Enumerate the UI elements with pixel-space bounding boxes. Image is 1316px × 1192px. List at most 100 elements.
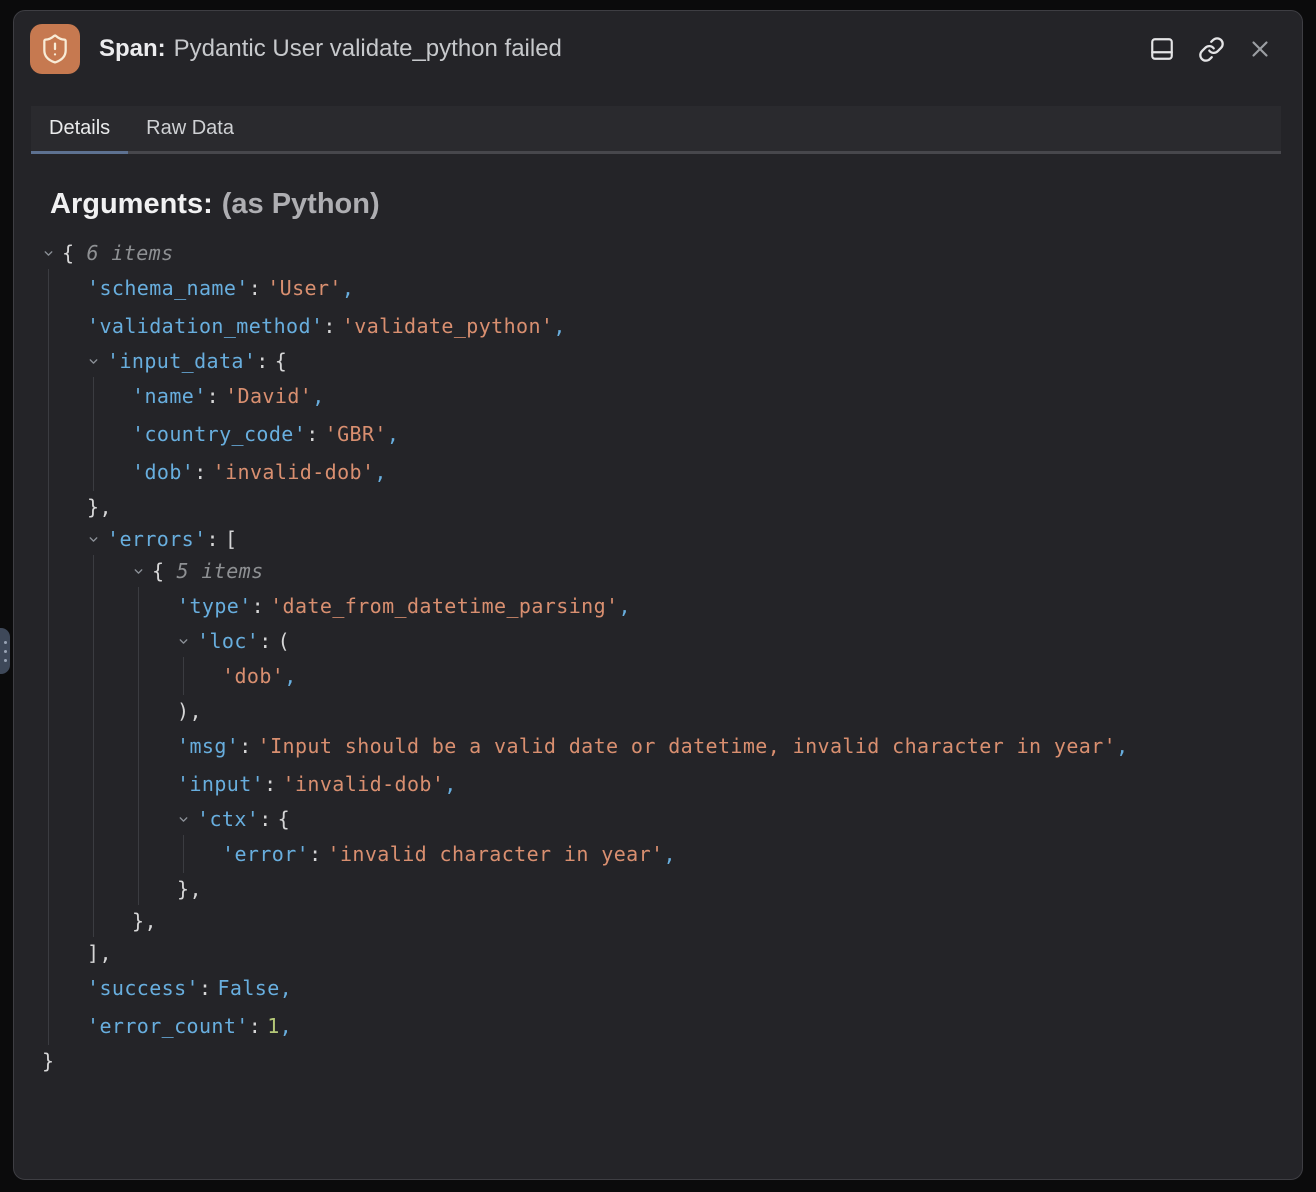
tree-row: 'error':'invalid character in year', <box>222 835 1282 873</box>
tree-key: 'loc' <box>197 629 259 653</box>
tree-value: 1 <box>267 1014 279 1038</box>
tree-value: 'invalid-dob' <box>283 772 445 796</box>
tree-close-bracket: }, <box>177 877 202 901</box>
copy-link-icon[interactable] <box>1197 35 1225 63</box>
tree-node: 'loc':('dob',), <box>177 625 1282 727</box>
tree-children: 'error':'invalid character in year', <box>183 835 1282 873</box>
dock-panel-icon[interactable] <box>1148 35 1176 63</box>
tree-comma: , <box>374 460 386 484</box>
tree-node: 'input_data':{'name':'David','country_co… <box>87 345 1282 523</box>
tree-children: 'schema_name': 'User', 'validation_method'… <box>48 269 1282 1045</box>
tree-value: 'validate_python' <box>342 314 554 338</box>
tree-row: 'error_count':1, <box>87 1007 1282 1045</box>
tree-key: 'country_code' <box>132 422 306 446</box>
tree-key: 'msg' <box>177 734 239 758</box>
span-title-text: Pydantic User validate_python failed <box>174 35 562 62</box>
items-count-label: 6 items <box>86 241 173 265</box>
tree-node: 'type':'date_from_datetime_parsing', <box>177 587 1282 625</box>
tree-colon: : <box>306 422 318 446</box>
tree-key: 'validation_method' <box>87 314 323 338</box>
collapse-chevron-icon[interactable] <box>177 813 197 826</box>
tree-value: 'dob' <box>222 664 284 688</box>
tree-row: 'input':'invalid-dob', <box>177 765 1282 803</box>
tree-row: 'input_data':{ <box>87 345 1282 377</box>
tree-comma: , <box>444 772 456 796</box>
tree-node: 'dob':'invalid-dob', <box>132 453 1282 491</box>
tree-close-row: }, <box>177 873 1282 905</box>
tree-comma: , <box>280 976 292 1000</box>
tree-row: 'errors':[ <box>87 523 1282 555</box>
tree-value: 'User' <box>267 276 342 300</box>
tree-row: 'loc':( <box>177 625 1282 657</box>
collapse-chevron-icon[interactable] <box>87 533 107 546</box>
tree-close-row: }, <box>87 491 1282 523</box>
tree-node: 'error_count':1, <box>87 1007 1282 1045</box>
header-actions <box>1148 35 1286 63</box>
tree-value: 'David' <box>225 384 312 408</box>
collapse-chevron-icon[interactable] <box>87 355 107 368</box>
tree-close-row: } <box>42 1045 1282 1077</box>
tree-node: 'error':'invalid character in year', <box>222 835 1282 873</box>
tree-comma: , <box>312 384 324 408</box>
tree-row: 'type':'date_from_datetime_parsing', <box>177 587 1282 625</box>
tree-close-row: }, <box>132 905 1282 937</box>
panel-title: Span: Pydantic User validate_python faile… <box>99 35 562 63</box>
arguments-heading-main: Arguments: <box>50 188 213 220</box>
tree-row: 'name':'David', <box>132 377 1282 415</box>
tree-value: 'date_from_datetime_parsing' <box>270 594 618 618</box>
tab-raw-data[interactable]: Raw Data <box>128 106 252 151</box>
tree-row: {6 items <box>42 237 1282 269</box>
tree-colon: : <box>199 976 211 1000</box>
tree-key: 'schema_name' <box>87 276 249 300</box>
span-kind-label: Span: <box>99 35 166 62</box>
tree-close-bracket: }, <box>87 495 112 519</box>
tree-open-bracket: { <box>278 807 290 831</box>
tree-key: 'name' <box>132 384 207 408</box>
tree-colon: : <box>252 594 264 618</box>
tree-key: 'error_count' <box>87 1014 249 1038</box>
tree-colon: : <box>259 807 271 831</box>
tree-node: 'input':'invalid-dob', <box>177 765 1282 803</box>
tree-key: 'error' <box>222 842 309 866</box>
tree-children: 'dob', <box>183 657 1282 695</box>
tree-open-bracket: ( <box>278 629 290 653</box>
items-count-label: 5 items <box>176 559 263 583</box>
tree-value: False <box>217 976 279 1000</box>
tree-close-bracket: ), <box>177 699 202 723</box>
tree-row: 'country_code':'GBR', <box>132 415 1282 453</box>
tree-close-bracket: ], <box>87 941 112 965</box>
collapse-chevron-icon[interactable] <box>177 635 197 648</box>
tab-bar: Details Raw Data <box>31 106 1281 154</box>
collapse-chevron-icon[interactable] <box>42 247 62 260</box>
tree-colon: : <box>264 772 276 796</box>
tree-node: 'errors':[{5 items'type':'date_from_date… <box>87 523 1282 969</box>
tree-colon: : <box>207 384 219 408</box>
tree-children: 'type':'date_from_datetime_parsing','loc… <box>138 587 1282 905</box>
tree-comma: , <box>618 594 630 618</box>
tree-key: 'success' <box>87 976 199 1000</box>
tree-key: 'input_data' <box>107 349 256 373</box>
tree-colon: : <box>194 460 206 484</box>
tree-comma: , <box>1116 734 1128 758</box>
tree-close-bracket: }, <box>132 909 157 933</box>
tree-colon: : <box>256 349 268 373</box>
tree-colon: : <box>309 842 321 866</box>
collapse-chevron-icon[interactable] <box>132 565 152 578</box>
tree-children: {5 items'type':'date_from_datetime_parsi… <box>93 555 1282 937</box>
shield-alert-icon <box>30 24 80 74</box>
tree-row: 'dob':'invalid-dob', <box>132 453 1282 491</box>
tree-comma: , <box>387 422 399 446</box>
tab-details[interactable]: Details <box>31 106 128 151</box>
tree-comma: , <box>553 314 565 338</box>
close-icon[interactable] <box>1246 35 1274 63</box>
tree-key: 'type' <box>177 594 252 618</box>
tree-comma: , <box>280 1014 292 1038</box>
tree-colon: : <box>207 527 219 551</box>
tree-colon: : <box>249 1014 261 1038</box>
panel-resize-handle[interactable] <box>0 628 10 674</box>
panel-header: Span: Pydantic User validate_python faile… <box>14 11 1302 75</box>
tree-node: 'success':False, <box>87 969 1282 1007</box>
details-content: Arguments:(as Python) {6 items'schema_na… <box>14 154 1302 1077</box>
tree-close-row: ), <box>177 695 1282 727</box>
tree-key: 'errors' <box>107 527 207 551</box>
